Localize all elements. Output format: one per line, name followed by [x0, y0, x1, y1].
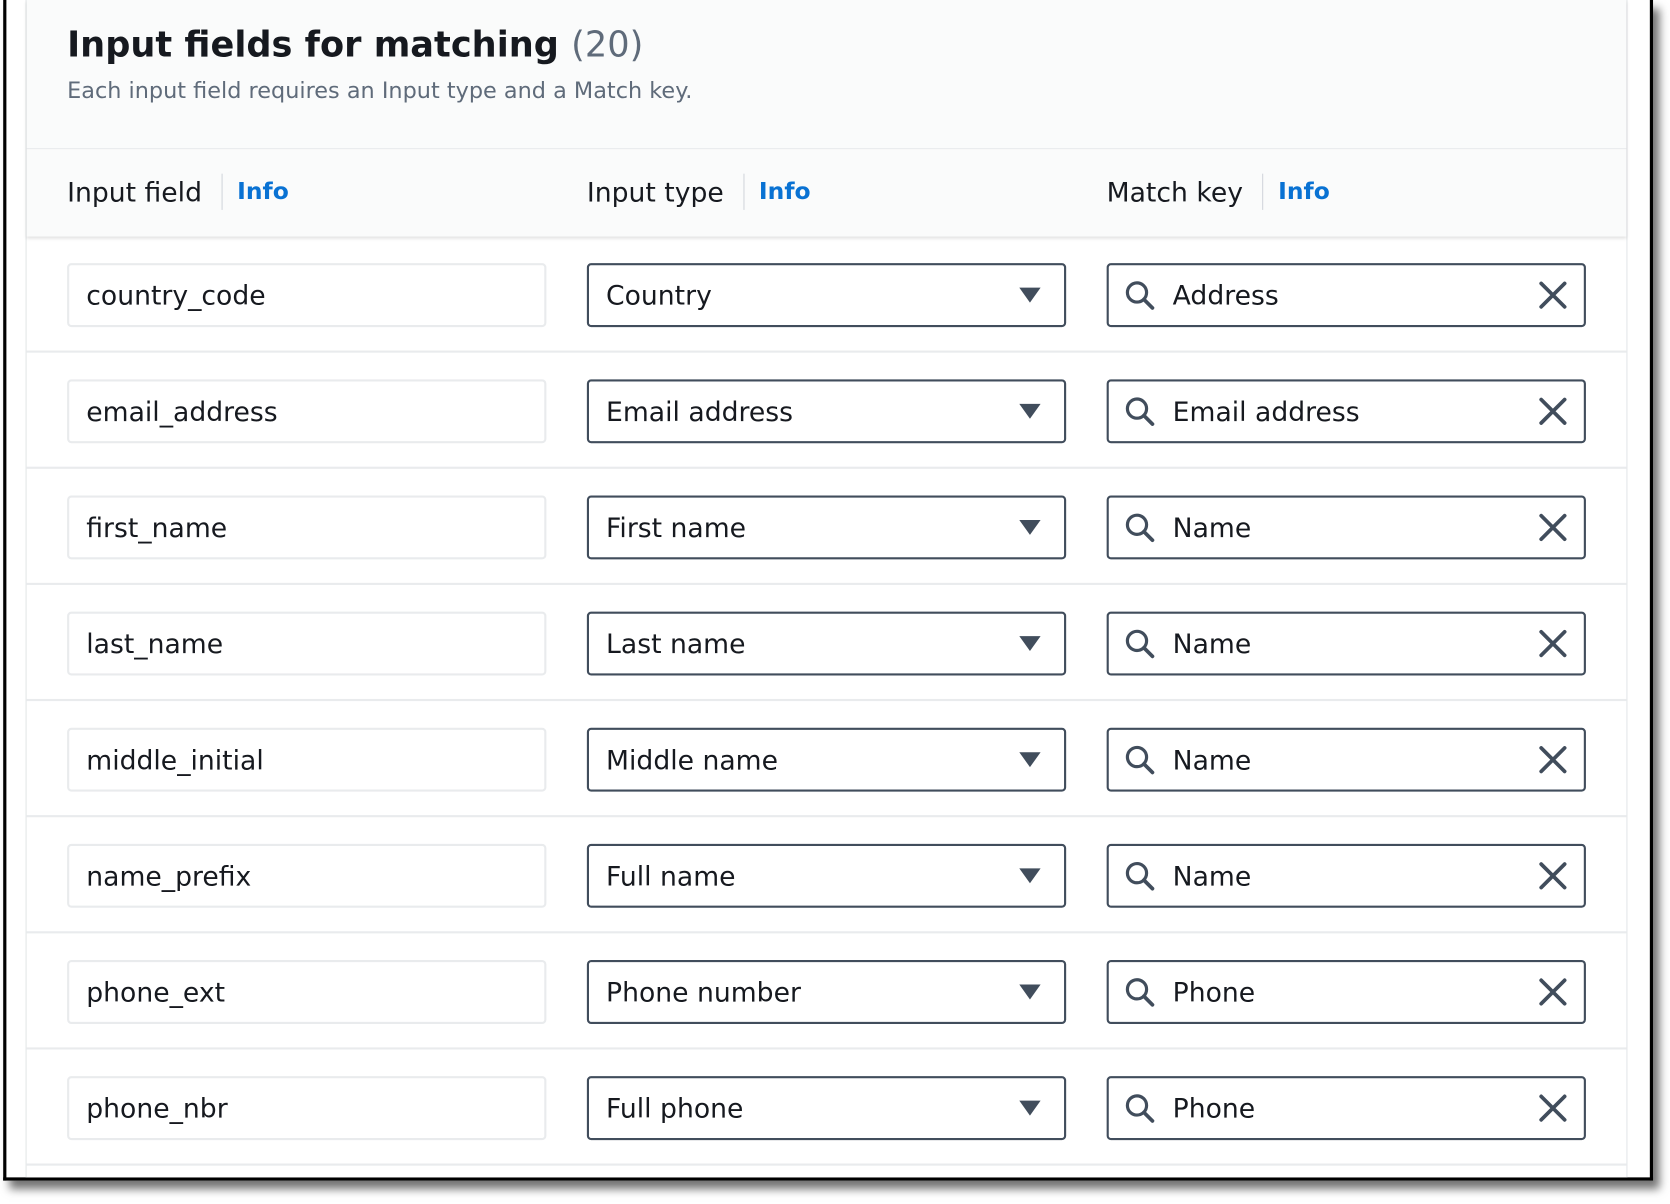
container-title: Input fields for matching (20): [67, 23, 643, 65]
input-type-value: First name: [606, 511, 747, 543]
caret-down-icon: [1019, 868, 1041, 884]
input-type-select[interactable]: Email address: [586, 379, 1067, 444]
caret-down-icon: [1019, 287, 1041, 303]
input-type-select[interactable]: Full name: [586, 843, 1067, 908]
match-key-autosuggest[interactable]: Phone: [1106, 960, 1586, 1024]
match-key-autosuggest[interactable]: Address: [1106, 263, 1586, 328]
container-title-text: Input fields for matching: [67, 23, 559, 65]
input-type-value: Full name: [606, 860, 736, 892]
close-icon[interactable]: [1537, 860, 1569, 892]
input-type-select[interactable]: Phone number: [586, 960, 1067, 1024]
close-icon[interactable]: [1537, 279, 1569, 311]
match-key-autosuggest[interactable]: Name: [1106, 495, 1586, 560]
caret-down-icon: [1019, 403, 1041, 419]
input-type-value: Full phone: [606, 1092, 744, 1124]
screenshot-stage: Input fields for matching (20) Each inpu…: [0, 0, 1670, 1204]
table-row: country_code Country Address: [26, 237, 1627, 353]
table-row: middle_initial Middle name Name: [26, 701, 1627, 818]
info-link-input-type[interactable]: Info: [759, 178, 811, 205]
close-icon[interactable]: [1537, 395, 1569, 427]
input-type-select[interactable]: Last name: [586, 611, 1067, 676]
column-separator: [1262, 173, 1264, 210]
caret-down-icon: [1019, 1100, 1041, 1116]
caret-down-icon: [1019, 636, 1041, 652]
table-row: name_prefix Full name Name: [26, 817, 1627, 934]
column-label-match-key: Match key: [1106, 176, 1243, 208]
search-icon: [1125, 629, 1155, 659]
input-type-select[interactable]: Full phone: [586, 1076, 1067, 1141]
close-icon[interactable]: [1537, 744, 1569, 776]
table-row: first_name First name Name: [26, 469, 1627, 585]
match-key-autosuggest[interactable]: Name: [1106, 843, 1586, 908]
input-type-select[interactable]: First name: [586, 495, 1067, 560]
input-field-value: phone_ext: [67, 960, 547, 1024]
caret-down-icon: [1019, 752, 1041, 768]
search-icon: [1125, 1094, 1155, 1123]
match-key-value: Phone: [1172, 1092, 1256, 1124]
match-key-value: Name: [1172, 860, 1252, 892]
input-field-value: middle_initial: [67, 727, 547, 792]
column-label-input-field: Input field: [67, 176, 202, 208]
container-description: Each input field requires an Input type …: [67, 77, 693, 104]
close-icon[interactable]: [1537, 628, 1569, 660]
input-type-value: Last name: [606, 628, 746, 660]
input-type-select[interactable]: Country: [586, 263, 1067, 328]
input-field-value: last_name: [67, 611, 547, 676]
table-row: phone_ext Phone number Phone: [26, 933, 1627, 1050]
input-field-value: phone_nbr: [67, 1076, 547, 1141]
search-icon: [1125, 861, 1155, 891]
input-type-value: Country: [606, 279, 712, 311]
table-row: last_name Last name Name: [26, 585, 1627, 702]
search-icon: [1125, 745, 1155, 775]
table-row: email_address Email address Email addres…: [26, 353, 1627, 469]
match-key-autosuggest[interactable]: Phone: [1106, 1076, 1586, 1141]
match-key-value: Name: [1172, 511, 1252, 543]
match-key-autosuggest[interactable]: Name: [1106, 611, 1586, 676]
input-field-value: country_code: [67, 263, 547, 328]
container-header: Input fields for matching (20) Each inpu…: [26, 0, 1627, 237]
close-icon[interactable]: [1537, 1092, 1569, 1124]
match-key-value: Name: [1172, 744, 1252, 776]
input-fields-container: Input fields for matching (20) Each inpu…: [25, 0, 1628, 1178]
input-type-value: Email address: [606, 395, 794, 427]
search-icon: [1125, 978, 1155, 1007]
table-row: phone_nbr Full phone Phone: [26, 1050, 1627, 1166]
caret-down-icon: [1019, 519, 1041, 535]
input-field-value: name_prefix: [67, 843, 547, 908]
match-key-autosuggest[interactable]: Name: [1106, 727, 1586, 792]
input-field-value: email_address: [67, 379, 547, 444]
column-separator: [742, 173, 745, 210]
column-separator: [221, 173, 223, 210]
input-type-value: Phone number: [606, 976, 801, 1008]
column-label-input-type: Input type: [586, 176, 724, 208]
window-frame: Input fields for matching (20) Each inpu…: [3, 0, 1654, 1181]
match-key-value: Email address: [1172, 395, 1360, 427]
match-key-value: Address: [1172, 279, 1279, 311]
close-icon[interactable]: [1537, 976, 1569, 1008]
header-divider: [26, 148, 1627, 150]
match-key-autosuggest[interactable]: Email address: [1106, 379, 1586, 444]
search-icon: [1125, 397, 1155, 426]
info-link-match-key[interactable]: Info: [1278, 178, 1330, 205]
info-link-input-field[interactable]: Info: [237, 178, 289, 205]
container-count: (20): [571, 23, 644, 65]
close-icon[interactable]: [1537, 511, 1569, 543]
match-key-value: Name: [1172, 628, 1252, 660]
search-icon: [1125, 513, 1155, 543]
input-field-value: first_name: [67, 495, 547, 560]
column-header-input-field: Input field Info: [67, 170, 289, 213]
column-header-input-type: Input type Info: [587, 170, 811, 213]
search-icon: [1125, 281, 1155, 310]
input-type-value: Middle name: [606, 744, 778, 776]
column-header-match-key: Match key Info: [1107, 170, 1330, 213]
input-type-select[interactable]: Middle name: [586, 727, 1067, 792]
caret-down-icon: [1019, 984, 1041, 1000]
match-key-value: Phone: [1172, 976, 1256, 1008]
